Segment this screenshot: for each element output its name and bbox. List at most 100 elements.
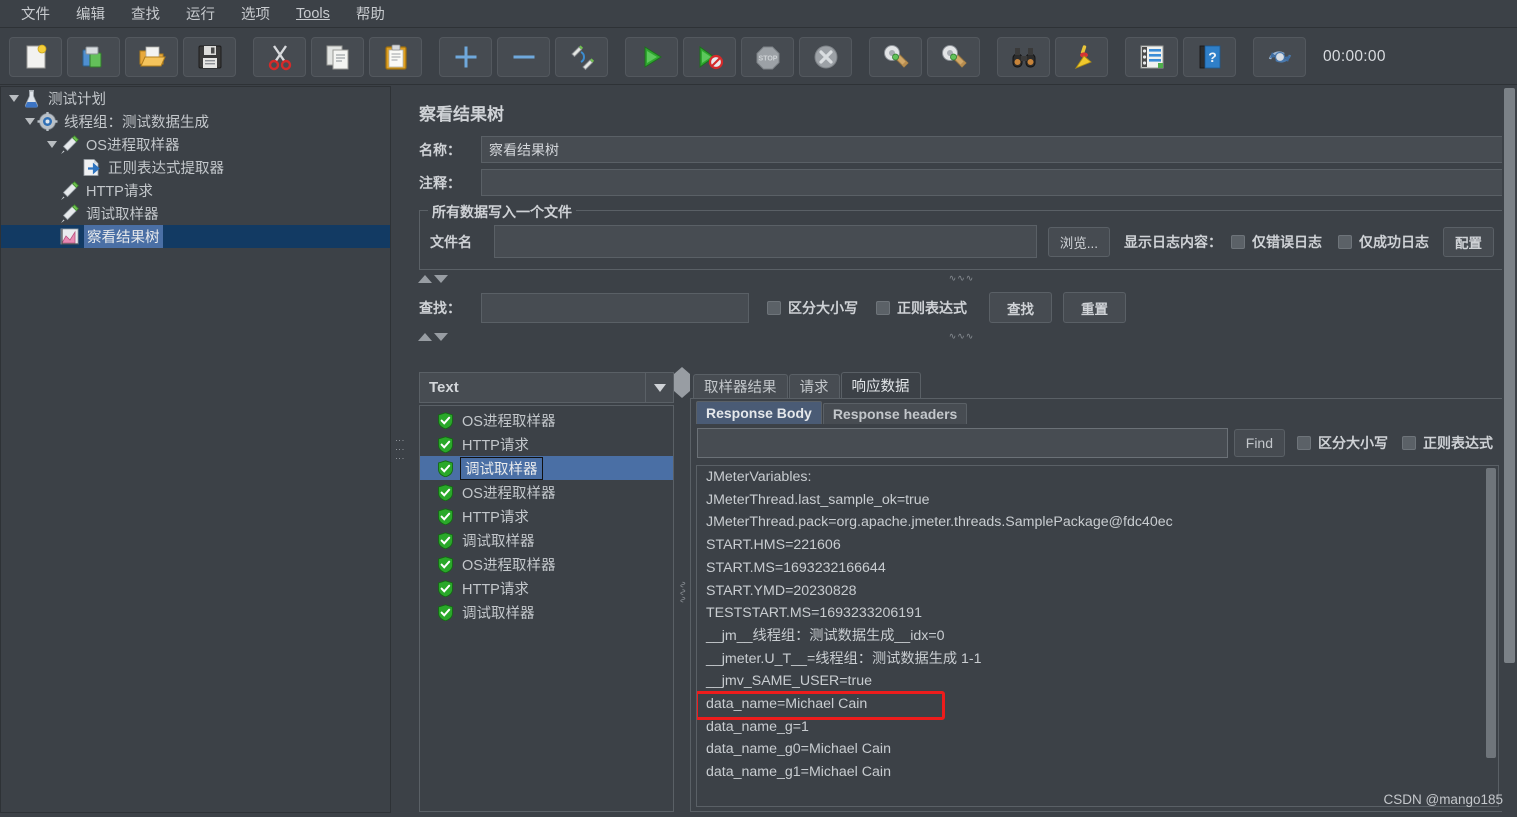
search-button[interactable] xyxy=(997,36,1050,77)
find-regex-checkbox[interactable] xyxy=(1402,436,1416,450)
list-item[interactable]: HTTP请求 xyxy=(420,576,673,600)
configure-button[interactable]: 配置 xyxy=(1443,226,1494,257)
splitter-right-arrow-icon[interactable] xyxy=(682,367,690,398)
menu-tools[interactable]: Tools xyxy=(283,3,343,25)
find-input[interactable] xyxy=(697,428,1228,458)
response-body-line: __jmeter.U_T__=线程组：测试数据生成 1-1 xyxy=(706,650,982,667)
response-body-line-highlighted: data_name=Michael Cain xyxy=(706,696,868,713)
tree-node-label: OS进程取样器 xyxy=(86,138,180,154)
splitter-up-arrow-icon[interactable] xyxy=(418,275,432,283)
panel-scrollbar[interactable] xyxy=(1502,86,1517,817)
errors-only-checkbox[interactable] xyxy=(1231,234,1245,249)
splitter-left-arrow-icon[interactable] xyxy=(674,367,682,398)
open-folder-icon xyxy=(139,46,166,66)
response-body-text[interactable]: JMeterVariables: JMeterThread.last_sampl… xyxy=(696,465,1499,807)
copy-icon xyxy=(326,45,348,69)
toggle-button[interactable] xyxy=(555,36,608,77)
subtab-response-body[interactable]: Response Body xyxy=(696,401,822,424)
menu-run[interactable]: 运行 xyxy=(173,0,228,27)
tab-request[interactable]: 请求 xyxy=(788,374,840,398)
tree-node-regex-extractor[interactable]: 正则表达式提取器 xyxy=(1,156,390,179)
stop-button[interactable]: STOP xyxy=(741,36,794,77)
find-button[interactable]: Find xyxy=(1233,429,1285,457)
tree-node-http-request[interactable]: HTTP请求 xyxy=(1,179,390,202)
find-case-checkbox[interactable] xyxy=(1297,436,1311,450)
save-icon xyxy=(198,45,221,68)
renderer-combo[interactable]: Text xyxy=(419,372,674,403)
search-regex-checkbox[interactable] xyxy=(876,300,890,315)
help-button[interactable]: ? xyxy=(1183,36,1236,77)
tab-sampler-result[interactable]: 取样器结果 xyxy=(693,374,788,398)
start-button[interactable] xyxy=(625,36,678,77)
shutdown-button[interactable] xyxy=(799,36,852,77)
cut-button[interactable] xyxy=(253,36,306,77)
collapse-all-button[interactable] xyxy=(497,36,550,77)
paste-button[interactable] xyxy=(369,36,422,77)
tab-response-data[interactable]: 响应数据 xyxy=(840,372,921,398)
clear-all-button[interactable] xyxy=(927,36,980,77)
start-no-pauses-button[interactable] xyxy=(683,36,736,77)
name-input[interactable] xyxy=(481,136,1505,163)
twisty-expanded-icon[interactable] xyxy=(23,110,37,133)
twisty-expanded-icon[interactable] xyxy=(45,133,59,156)
search-reset-button[interactable]: 重置 xyxy=(1063,292,1126,323)
tree-node-os-process-sampler[interactable]: OS进程取样器 xyxy=(1,133,390,156)
clear-button[interactable] xyxy=(869,36,922,77)
browse-button[interactable]: 浏览... xyxy=(1047,226,1110,257)
templates-button[interactable] xyxy=(67,36,120,77)
splitter-one-touch-arrows[interactable] xyxy=(418,275,450,283)
open-button[interactable] xyxy=(125,36,178,77)
chevron-down-icon[interactable] xyxy=(645,373,673,402)
tree-node-label: HTTP请求 xyxy=(86,184,153,200)
splitter-one-touch-arrows[interactable] xyxy=(418,333,450,341)
lower-splitter[interactable]: ∿∿∿ xyxy=(406,330,1517,344)
test-plan-tree[interactable]: 测试计划 线程组：测试数据生成 OS进程取样器 正则表达式提取器 HTTP请求 … xyxy=(0,86,391,813)
scrollbar-thumb[interactable] xyxy=(1504,88,1515,663)
view-results-tree-icon xyxy=(60,228,79,245)
search-reset-button[interactable] xyxy=(1055,36,1108,77)
response-body-line: __jmv_SAME_USER=true xyxy=(706,673,872,690)
comment-input[interactable] xyxy=(481,169,1505,196)
tree-node-view-results-tree[interactable]: 察看结果树 xyxy=(1,225,390,248)
list-item-selected[interactable]: 调试取样器 xyxy=(420,456,673,480)
upper-splitter[interactable]: ∿∿∿ xyxy=(406,272,1517,286)
sampler-results-list[interactable]: OS进程取样器 HTTP请求 调试取样器 OS进程取样器 HTTP请求 调试取样… xyxy=(419,405,674,812)
menu-help[interactable]: 帮助 xyxy=(343,0,398,27)
splitter-up-arrow-icon[interactable] xyxy=(418,333,432,341)
splitter-down-arrow-icon[interactable] xyxy=(434,333,448,341)
search-case-checkbox[interactable] xyxy=(767,300,781,315)
expand-all-button[interactable] xyxy=(439,36,492,77)
splitter-down-arrow-icon[interactable] xyxy=(434,275,448,283)
list-item[interactable]: HTTP请求 xyxy=(420,432,673,456)
search-input[interactable] xyxy=(481,292,749,323)
new-file-button[interactable] xyxy=(9,36,62,77)
copy-button[interactable] xyxy=(311,36,364,77)
function-helper-button[interactable] xyxy=(1125,36,1178,77)
list-item[interactable]: 调试取样器 xyxy=(420,528,673,552)
search-submit-button[interactable]: 查找 xyxy=(989,292,1052,323)
list-item[interactable]: OS进程取样器 xyxy=(420,408,673,432)
results-detail-splitter[interactable]: ∿∿∿ xyxy=(674,367,690,812)
success-shield-icon xyxy=(438,435,453,453)
subtab-response-headers[interactable]: Response headers xyxy=(822,403,968,424)
response-body-scrollbar[interactable] xyxy=(1484,466,1498,806)
list-item[interactable]: OS进程取样器 xyxy=(420,552,673,576)
splitter-one-touch-arrows[interactable] xyxy=(674,367,690,398)
scrollbar-thumb[interactable] xyxy=(1486,468,1496,758)
filename-input[interactable] xyxy=(494,225,1037,258)
menu-search[interactable]: 查找 xyxy=(118,0,173,27)
twisty-expanded-icon[interactable] xyxy=(7,87,21,110)
list-item[interactable]: HTTP请求 xyxy=(420,504,673,528)
tree-node-test-plan[interactable]: 测试计划 xyxy=(1,87,390,110)
list-item[interactable]: OS进程取样器 xyxy=(420,480,673,504)
menu-file[interactable]: 文件 xyxy=(8,0,63,27)
menu-options[interactable]: 选项 xyxy=(228,0,283,27)
tree-detail-splitter[interactable]: ⋮⋮⋮ xyxy=(392,86,406,813)
list-item[interactable]: 调试取样器 xyxy=(420,600,673,624)
tree-node-thread-group[interactable]: 线程组：测试数据生成 xyxy=(1,110,390,133)
save-button[interactable] xyxy=(183,36,236,77)
tree-node-debug-sampler[interactable]: 调试取样器 xyxy=(1,202,390,225)
menu-edit[interactable]: 编辑 xyxy=(63,0,118,27)
success-only-checkbox[interactable] xyxy=(1338,234,1352,249)
undo-redo-button[interactable] xyxy=(1253,36,1306,77)
